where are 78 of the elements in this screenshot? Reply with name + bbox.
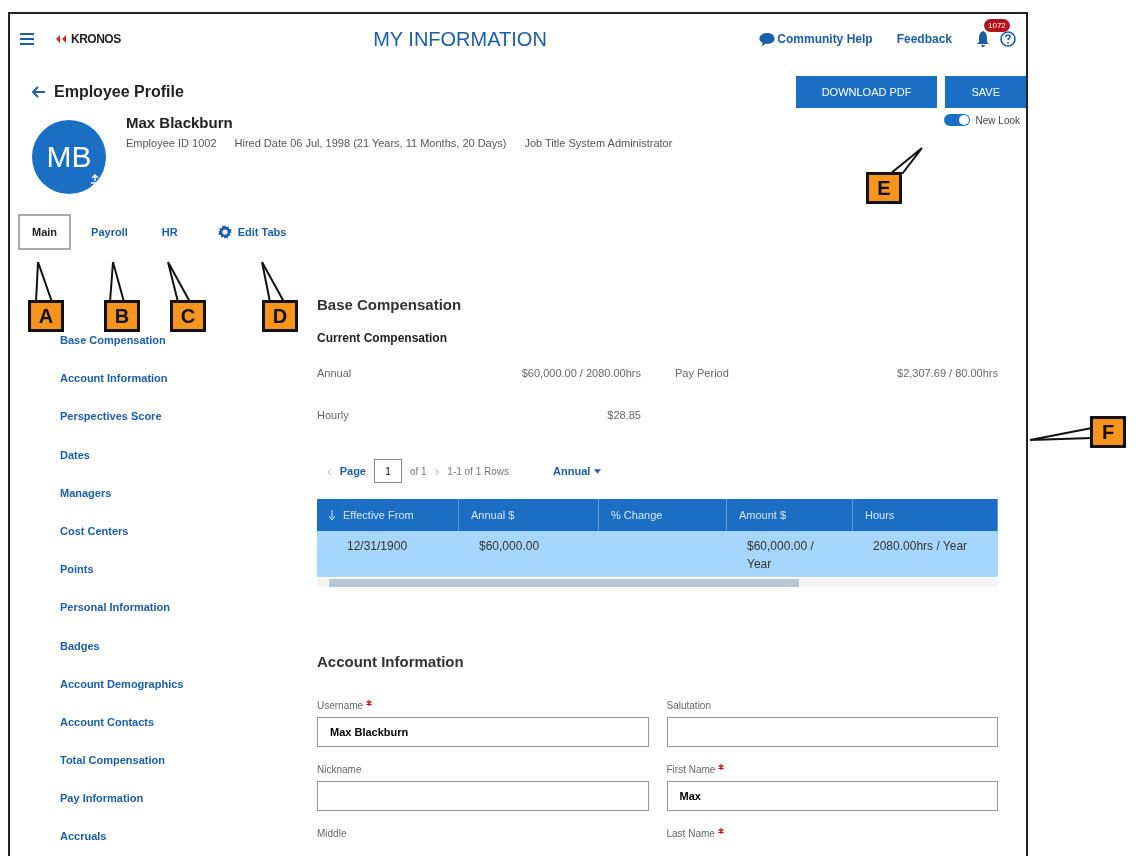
sidebar-link[interactable]: Dates [60, 448, 317, 487]
scrollbar-thumb[interactable] [329, 579, 799, 587]
table-cell: 12/31/1900 [347, 539, 408, 553]
callout-label: E [866, 172, 902, 204]
table-row[interactable]: 12/31/1900 $60,000.00 $60,000.00 / Year 2080.00hrs / Year [317, 531, 998, 577]
input-field[interactable]: Max [666, 781, 998, 811]
sidebar-link[interactable]: Points [60, 563, 317, 602]
sidebar-link[interactable]: Managers [60, 486, 317, 525]
callout-label: B [104, 300, 140, 332]
sidebar-link[interactable]: Account Information [60, 372, 317, 411]
leader-line [1028, 426, 1092, 442]
input-field[interactable]: Max Blackburn [317, 717, 649, 747]
toggle-switch[interactable] [943, 114, 970, 126]
chat-bubble-icon [759, 32, 776, 46]
edit-tabs-button[interactable]: Edit Tabs [211, 224, 293, 240]
bell-icon[interactable] [976, 31, 990, 47]
employee-name: Max Blackburn [126, 114, 234, 131]
table-cell: 2080.00hrs / Year [873, 539, 968, 553]
sidebar-link[interactable]: Base Compensation [60, 334, 317, 373]
field-value: $28.85 [606, 409, 641, 423]
sidebar-link[interactable]: Pay Information [60, 792, 317, 831]
table-cell: $60,000.00 / Year [747, 539, 814, 571]
sidebar-link[interactable]: Perspectives Score [60, 410, 317, 449]
field-label: Salutation [666, 700, 711, 711]
input-field[interactable] [666, 717, 998, 747]
sidebar-link[interactable]: Total Compensation [60, 754, 317, 793]
field-label: Pay Period [675, 367, 729, 379]
employee-detail: Hired Date 06 Jul, 1998 (21 Years, 11 Months, 20 Days) [234, 137, 507, 149]
table-cell: $60,000.00 [479, 539, 540, 553]
employee-detail: Job Title System Administrator [524, 137, 673, 149]
field-value: $2,307.69 / 80.00hrs [897, 367, 998, 379]
logo-text: KRONOS [71, 32, 121, 46]
field-label: First Name [666, 764, 716, 775]
field-label: Last Name [666, 828, 715, 839]
sidebar-link[interactable]: Account Contacts [60, 715, 317, 755]
sidebar-link[interactable]: Account Demographics [60, 677, 317, 716]
page-count: of 1 [409, 465, 427, 477]
row-count: 1-1 of 1 Rows [447, 465, 510, 477]
employee-detail: Employee ID 1002 [126, 137, 217, 149]
sidebar-link[interactable]: Badges [60, 639, 317, 678]
subsection-title: Current Compensation [317, 331, 448, 345]
field-label: Middle [317, 828, 347, 839]
feedback-link[interactable]: Feedback [896, 32, 952, 46]
field-label: Annual [317, 367, 353, 381]
field-label: Username [317, 700, 364, 711]
field-label: Nickname [317, 764, 362, 775]
upload-icon[interactable] [90, 174, 100, 184]
gear-icon [217, 225, 232, 239]
field-value: $60,000.00 / 2080.00hrs [520, 367, 641, 381]
page-label: Page [339, 465, 366, 477]
sort-arrow-icon [329, 510, 335, 520]
new-look-label: New Look [975, 114, 1020, 126]
sidebar-link[interactable]: Accruals [60, 830, 317, 856]
callout-label: C [170, 300, 206, 332]
community-help-link[interactable]: Community Help [759, 32, 873, 46]
download-pdf-button[interactable]: DOWNLOAD PDF [795, 76, 938, 108]
menu-icon[interactable] [20, 33, 34, 45]
save-button[interactable]: SAVE [945, 76, 1026, 108]
field-label: Hourly [317, 409, 350, 423]
page-input[interactable]: 1 [373, 459, 402, 483]
help-icon[interactable] [1000, 31, 1016, 47]
sidebar-link[interactable]: Cost Centers [60, 524, 317, 564]
tab[interactable]: Main [18, 214, 72, 250]
notification-badge: 1072 [984, 19, 1010, 32]
profile-title: Employee Profile [54, 83, 184, 101]
logo-mark-icon [56, 34, 68, 44]
caret-icon [594, 468, 602, 474]
callout-label: A [28, 300, 64, 332]
period-dropdown[interactable]: Annual [547, 464, 608, 478]
section-title: Base Compensation [317, 296, 463, 313]
page-title: MY INFORMATION [372, 27, 548, 51]
avatar: MB [32, 120, 106, 194]
back-arrow-icon[interactable] [32, 86, 46, 98]
callout-label: D [262, 300, 298, 332]
section-title: Account Information [317, 653, 465, 670]
input-field[interactable] [317, 781, 649, 811]
sidebar-link[interactable]: Personal Information [60, 601, 317, 640]
callout-label: F [1090, 416, 1126, 448]
